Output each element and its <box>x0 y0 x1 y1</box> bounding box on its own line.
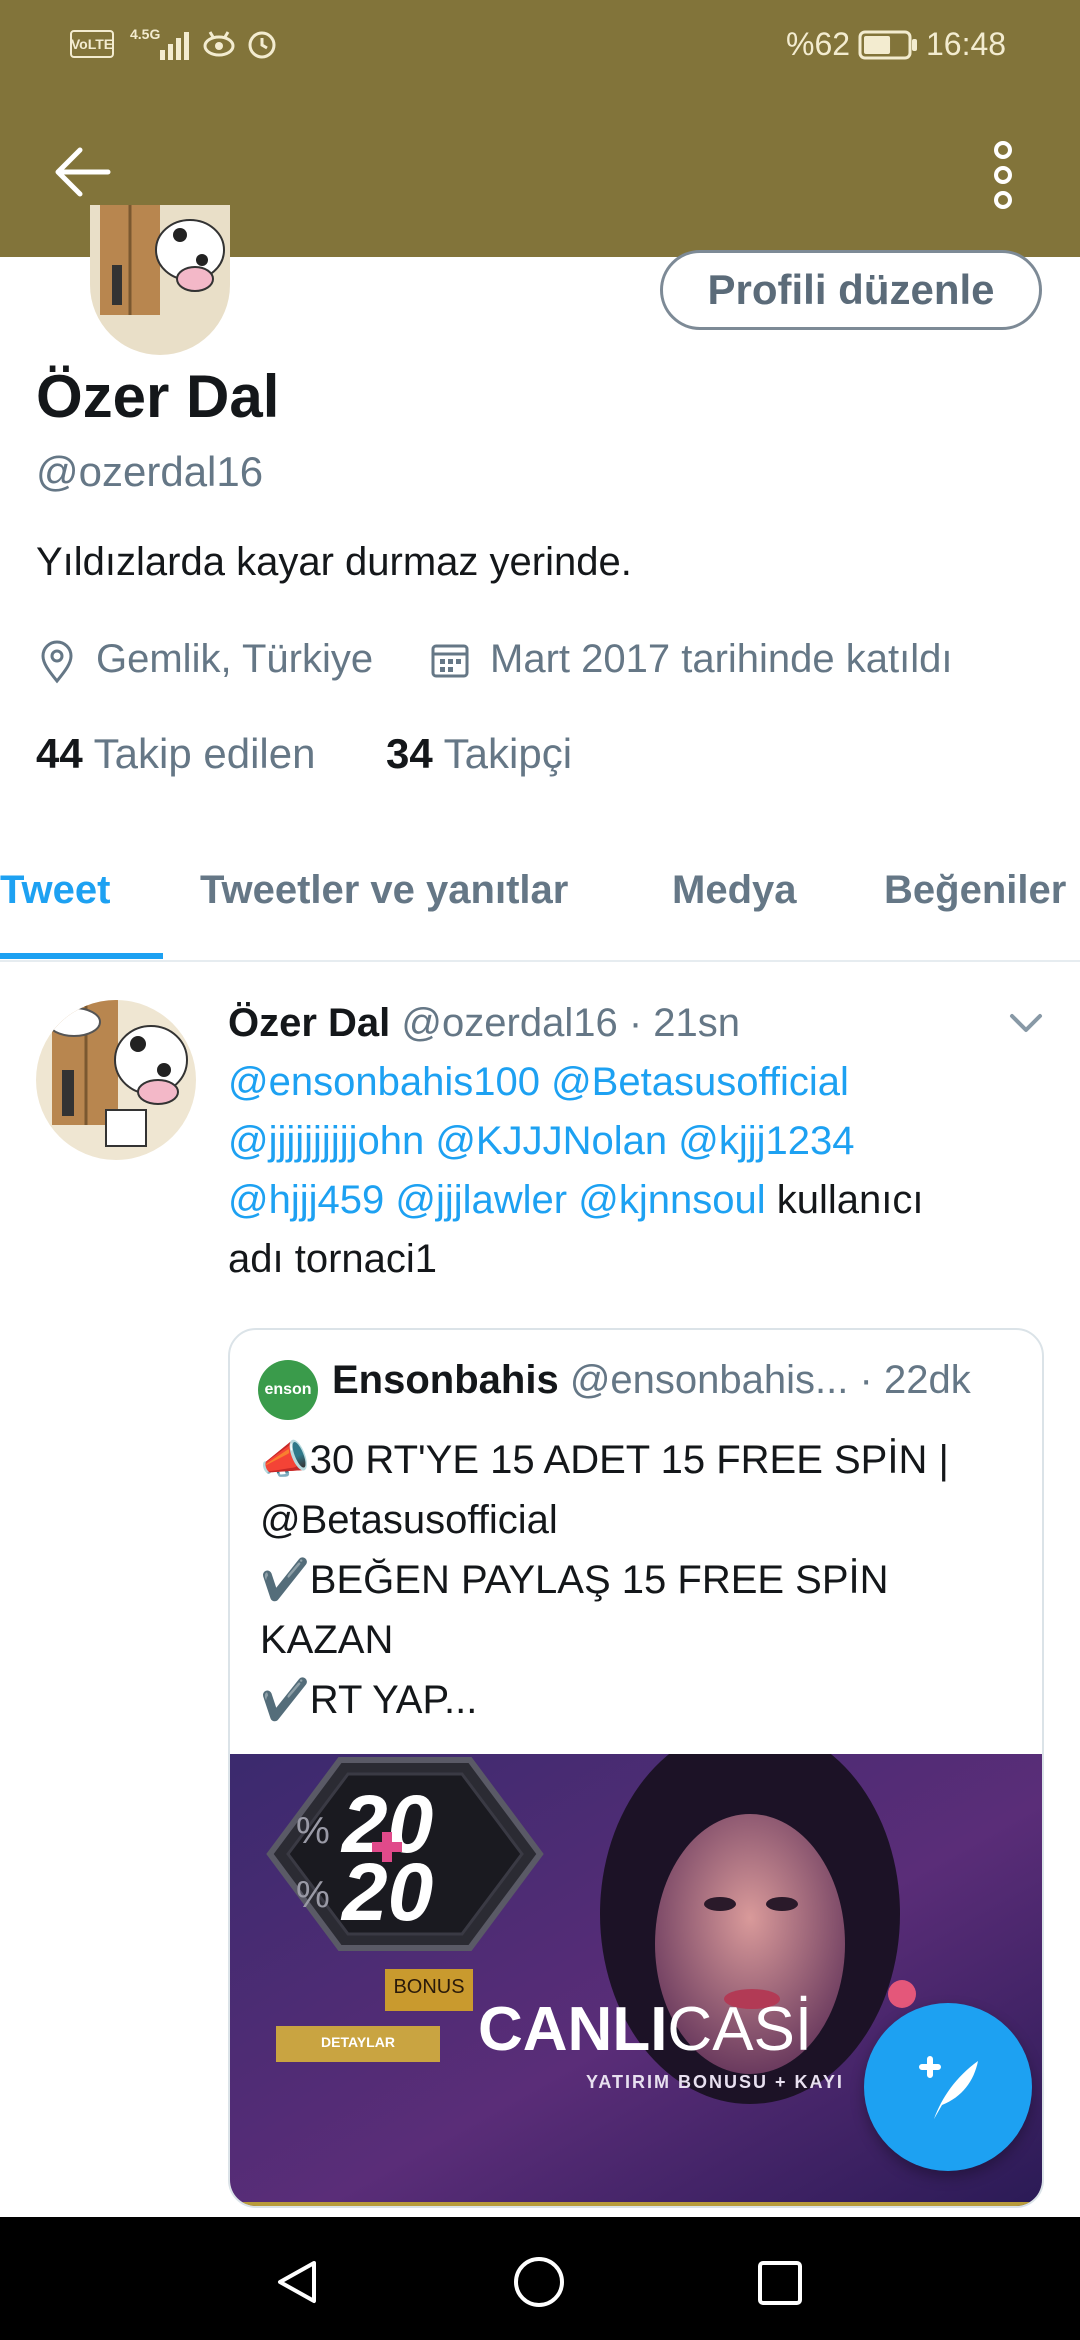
tweet-author-avatar[interactable] <box>36 1000 196 1160</box>
quoted-time: · 22dk <box>859 1358 971 1402</box>
quoted-tweet-header: Ensonbahis @ensonbahis... · 22dk <box>332 1358 971 1403</box>
tab-likes[interactable]: Beğeniler <box>884 868 1066 913</box>
eye-comfort-icon <box>202 28 236 60</box>
followers-label: Takipçi <box>443 730 573 777</box>
following-label: Takip edilen <box>93 730 316 777</box>
battery-fill <box>864 36 891 54</box>
network-type: 4.5G <box>130 26 160 42</box>
profile-bio: Yıldızlarda kayar durmaz yerinde. <box>36 540 632 584</box>
quoted-text-line-1: 📣30 RT'YE 15 ADET 15 FREE SPİN | <box>260 1438 949 1482</box>
profile-avatar[interactable] <box>90 205 230 355</box>
tweet-text-line-3: @hjjj459 @jjjlawler @kjnnsoul kullanıcı <box>228 1171 923 1229</box>
promo-subline: YATIRIM BONUSU + KAYI <box>586 2072 844 2092</box>
following-link[interactable]: 44 Takip edilen <box>36 730 315 778</box>
quoted-text-line-5: ✔️RT YAP... <box>260 1678 478 1722</box>
alarm-icon <box>246 28 278 60</box>
quoted-text-line-2: @Betasusofficial <box>260 1498 558 1542</box>
tabs-divider <box>0 960 1080 962</box>
following-count: 44 <box>36 730 83 777</box>
profile-location: Gemlik, Türkiye <box>96 637 374 681</box>
promo-badge-bottom: 20 <box>342 1847 434 1938</box>
promo-headline: CANLICASİ <box>478 1994 812 2065</box>
quoted-text-line-3: ✔️BEĞEN PAYLAŞ 15 FREE SPİN <box>260 1558 889 1602</box>
tweet-text-line-4: adı tornaci1 <box>228 1237 438 1281</box>
tweet-text-line-1[interactable]: @ensonbahis100 @Betasusofficial <box>228 1053 849 1111</box>
active-tab-indicator <box>0 953 163 959</box>
tweet-handle-time: @ozerdal16 · 21sn <box>401 1001 740 1045</box>
system-nav-bar <box>0 2217 1080 2340</box>
profile-name: Özer Dal <box>36 363 280 430</box>
promo-percent-top: % <box>296 1810 330 1852</box>
more-vertical-icon[interactable] <box>988 140 1018 210</box>
quoted-author-avatar[interactable]: enson <box>258 1360 318 1420</box>
promo-headline-bold: CANLI <box>478 1995 668 2064</box>
edit-profile-button[interactable]: Profili düzenle <box>660 250 1042 330</box>
battery-percent-label: %62 <box>786 26 851 62</box>
profile-joined: Mart 2017 tarihinde katıldı <box>490 637 953 681</box>
followers-count: 34 <box>386 730 433 777</box>
tweet-mentions[interactable]: @hjjj459 @jjjlawler @kjnnsoul <box>228 1178 766 1222</box>
volte-label: VoLTE <box>70 36 114 52</box>
promo-bonus-label: BONUS <box>393 1976 465 1998</box>
clock-label: 16:48 <box>926 26 1007 62</box>
compose-tweet-button[interactable] <box>864 2003 1032 2171</box>
followers-link[interactable]: 34 Takipçi <box>386 730 572 778</box>
tab-tweets-and-replies[interactable]: Tweetler ve yanıtlar <box>200 868 568 913</box>
tab-media[interactable]: Medya <box>672 868 797 913</box>
profile-handle: @ozerdal16 <box>36 448 264 495</box>
compose-feather-icon <box>908 2047 988 2127</box>
arrow-left-icon[interactable] <box>50 145 112 199</box>
location-pin-icon <box>38 640 76 684</box>
network-label: 4.5G <box>130 26 161 42</box>
battery-percent: %62 <box>786 26 850 63</box>
battery-icon <box>858 30 918 60</box>
tweet-header: Özer Dal @ozerdal16 · 21sn <box>228 994 740 1052</box>
back-triangle-icon[interactable] <box>272 2257 322 2307</box>
tweet-text-fragment: kullanıcı <box>765 1178 924 1222</box>
promo-percent-bottom: % <box>296 1874 330 1916</box>
promo-headline-light: CASİ <box>667 1995 813 2064</box>
clock: 16:48 <box>926 26 1006 63</box>
promo-details-button: DETAYLAR <box>321 2034 395 2050</box>
tab-tweet[interactable]: Tweet <box>0 868 110 913</box>
recents-square-icon[interactable] <box>756 2259 804 2307</box>
quoted-text-line-4: KAZAN <box>260 1618 394 1662</box>
tweet-author-name[interactable]: Özer Dal <box>228 1001 390 1045</box>
chevron-down-icon[interactable] <box>1008 1010 1044 1036</box>
quoted-avatar-text: enson <box>264 1381 312 1398</box>
volte-badge: VoLTE <box>70 30 114 58</box>
signal-icon <box>160 30 192 60</box>
tweet-text-line-2[interactable]: @jjjjjjjjjjohn @KJJJNolan @kjjj1234 <box>228 1112 854 1170</box>
quoted-author-handle: @ensonbahis... <box>569 1358 849 1402</box>
quoted-author-name: Ensonbahis <box>332 1358 559 1402</box>
home-circle-icon[interactable] <box>512 2255 566 2309</box>
calendar-icon <box>430 640 470 680</box>
